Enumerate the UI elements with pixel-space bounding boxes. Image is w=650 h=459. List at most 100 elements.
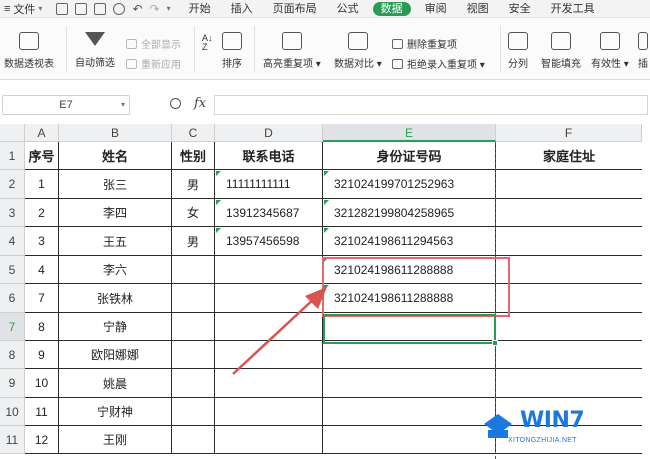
cell-b1[interactable]: 姓名 — [59, 142, 172, 170]
cell-a11[interactable]: 12 — [25, 426, 59, 454]
cell-a6[interactable]: 7 — [25, 284, 59, 313]
cell-f7[interactable] — [496, 313, 642, 341]
cell-e10[interactable] — [323, 398, 496, 426]
cell-c10[interactable] — [172, 398, 215, 426]
pivot-table-button[interactable]: 数据透视表 — [4, 32, 54, 70]
column-header-d[interactable]: D — [215, 124, 323, 142]
cell-d3[interactable]: 13912345687 — [215, 199, 323, 227]
cell-b6[interactable]: 张铁林 — [59, 284, 172, 313]
formula-input[interactable] — [214, 95, 648, 115]
cell-c2[interactable]: 男 — [172, 170, 215, 199]
autofilter-button[interactable]: 自动筛选 — [75, 32, 115, 69]
cell-b4[interactable]: 王五 — [59, 227, 172, 256]
cell-a7[interactable]: 8 — [25, 313, 59, 341]
cell-a9[interactable]: 10 — [25, 369, 59, 398]
cell-b8[interactable]: 欧阳娜娜 — [59, 341, 172, 369]
chevron-down-icon[interactable]: ▾ — [167, 4, 171, 13]
cell-e4[interactable]: 321024198611294563 — [323, 227, 496, 256]
redo-icon[interactable]: ↷ — [150, 2, 160, 16]
zoom-icon[interactable] — [170, 98, 181, 109]
fx-icon[interactable]: fx — [194, 96, 206, 111]
cell-e2[interactable]: 321024199701252963 — [323, 170, 496, 199]
tab-review[interactable]: 审阅 — [415, 0, 457, 18]
row-header-10[interactable]: 10 — [0, 398, 25, 426]
select-all-corner[interactable] — [0, 124, 25, 142]
validity-button[interactable]: 有效性 ▾ — [591, 32, 629, 70]
sort-button[interactable]: 排序 — [222, 32, 242, 70]
undo-icon[interactable]: ↶ — [132, 2, 142, 16]
name-box[interactable]: E7 ▾ — [2, 95, 130, 115]
cell-c1[interactable]: 性别 — [172, 142, 215, 170]
cell-b2[interactable]: 张三 — [59, 170, 172, 199]
cell-b5[interactable]: 李六 — [59, 256, 172, 284]
insert-button[interactable]: 插 — [638, 32, 648, 70]
cell-a8[interactable]: 9 — [25, 341, 59, 369]
cell-c7[interactable] — [172, 313, 215, 341]
save-icon[interactable] — [56, 2, 69, 15]
cell-c8[interactable] — [172, 341, 215, 369]
file-menu[interactable]: ≡ 文件 ▾ — [0, 1, 48, 17]
cell-c5[interactable] — [172, 256, 215, 284]
column-header-b[interactable]: B — [59, 124, 172, 142]
tab-formulas[interactable]: 公式 — [327, 0, 369, 18]
cell-c4[interactable]: 男 — [172, 227, 215, 256]
tab-home[interactable]: 开始 — [179, 0, 221, 18]
cell-f2[interactable] — [496, 170, 642, 199]
cell-a4[interactable]: 3 — [25, 227, 59, 256]
fill-handle[interactable] — [492, 340, 498, 346]
cell-f1[interactable]: 家庭住址 — [496, 142, 642, 170]
row-header-5[interactable]: 5 — [0, 256, 25, 284]
cell-e8[interactable] — [323, 341, 496, 369]
row-header-1[interactable]: 1 — [0, 142, 25, 170]
preview-icon[interactable] — [113, 2, 126, 15]
highlight-duplicates-button[interactable]: 高亮重复项 ▾ — [263, 32, 321, 70]
cell-d11[interactable] — [215, 426, 323, 454]
cell-b11[interactable]: 王刚 — [59, 426, 172, 454]
selected-cell-e7[interactable] — [323, 314, 498, 346]
cell-f4[interactable] — [496, 227, 642, 256]
row-header-2[interactable]: 2 — [0, 170, 25, 199]
cell-e3[interactable]: 321282199804258965 — [323, 199, 496, 227]
reject-duplicates-button[interactable]: 拒绝录入重复项 ▾ — [392, 56, 485, 71]
print-icon[interactable] — [94, 2, 107, 15]
cell-a1[interactable]: 序号 — [25, 142, 59, 170]
cell-c6[interactable] — [172, 284, 215, 313]
cell-c3[interactable]: 女 — [172, 199, 215, 227]
column-header-a[interactable]: A — [25, 124, 59, 142]
column-header-c[interactable]: C — [172, 124, 215, 142]
cell-b7[interactable]: 宁静 — [59, 313, 172, 341]
cell-b10[interactable]: 宁财神 — [59, 398, 172, 426]
cell-d10[interactable] — [215, 398, 323, 426]
tab-view[interactable]: 视图 — [457, 0, 499, 18]
chevron-down-icon[interactable]: ▾ — [121, 96, 125, 114]
cell-c11[interactable] — [172, 426, 215, 454]
cell-f9[interactable] — [496, 369, 642, 398]
tab-developer[interactable]: 开发工具 — [541, 0, 605, 18]
row-header-11[interactable]: 11 — [0, 426, 25, 454]
cell-a5[interactable]: 4 — [25, 256, 59, 284]
cell-f8[interactable] — [496, 341, 642, 369]
reapply-button[interactable]: 重新应用 — [126, 56, 181, 71]
cell-a3[interactable]: 2 — [25, 199, 59, 227]
cell-a10[interactable]: 11 — [25, 398, 59, 426]
row-header-4[interactable]: 4 — [0, 227, 25, 256]
cell-f6[interactable] — [496, 284, 642, 313]
cell-d2[interactable]: 11111111111 — [215, 170, 323, 199]
delete-duplicates-button[interactable]: 删除重复项 — [392, 36, 457, 51]
cell-e9[interactable] — [323, 369, 496, 398]
cell-b3[interactable]: 李四 — [59, 199, 172, 227]
data-compare-button[interactable]: 数据对比 ▾ — [334, 32, 382, 70]
split-column-button[interactable]: 分列 — [508, 32, 528, 70]
show-all-button[interactable]: 全部显示 — [126, 36, 181, 51]
cell-a2[interactable]: 1 — [25, 170, 59, 199]
tab-insert[interactable]: 插入 — [221, 0, 263, 18]
row-header-8[interactable]: 8 — [0, 341, 25, 369]
row-header-7[interactable]: 7 — [0, 313, 25, 341]
row-header-3[interactable]: 3 — [0, 199, 25, 227]
tab-data[interactable]: 数据 — [372, 1, 411, 16]
cell-b9[interactable]: 姚晨 — [59, 369, 172, 398]
cell-c9[interactable] — [172, 369, 215, 398]
column-header-e[interactable]: E — [323, 124, 496, 142]
column-header-f[interactable]: F — [496, 124, 642, 142]
tab-page-layout[interactable]: 页面布局 — [263, 0, 327, 18]
